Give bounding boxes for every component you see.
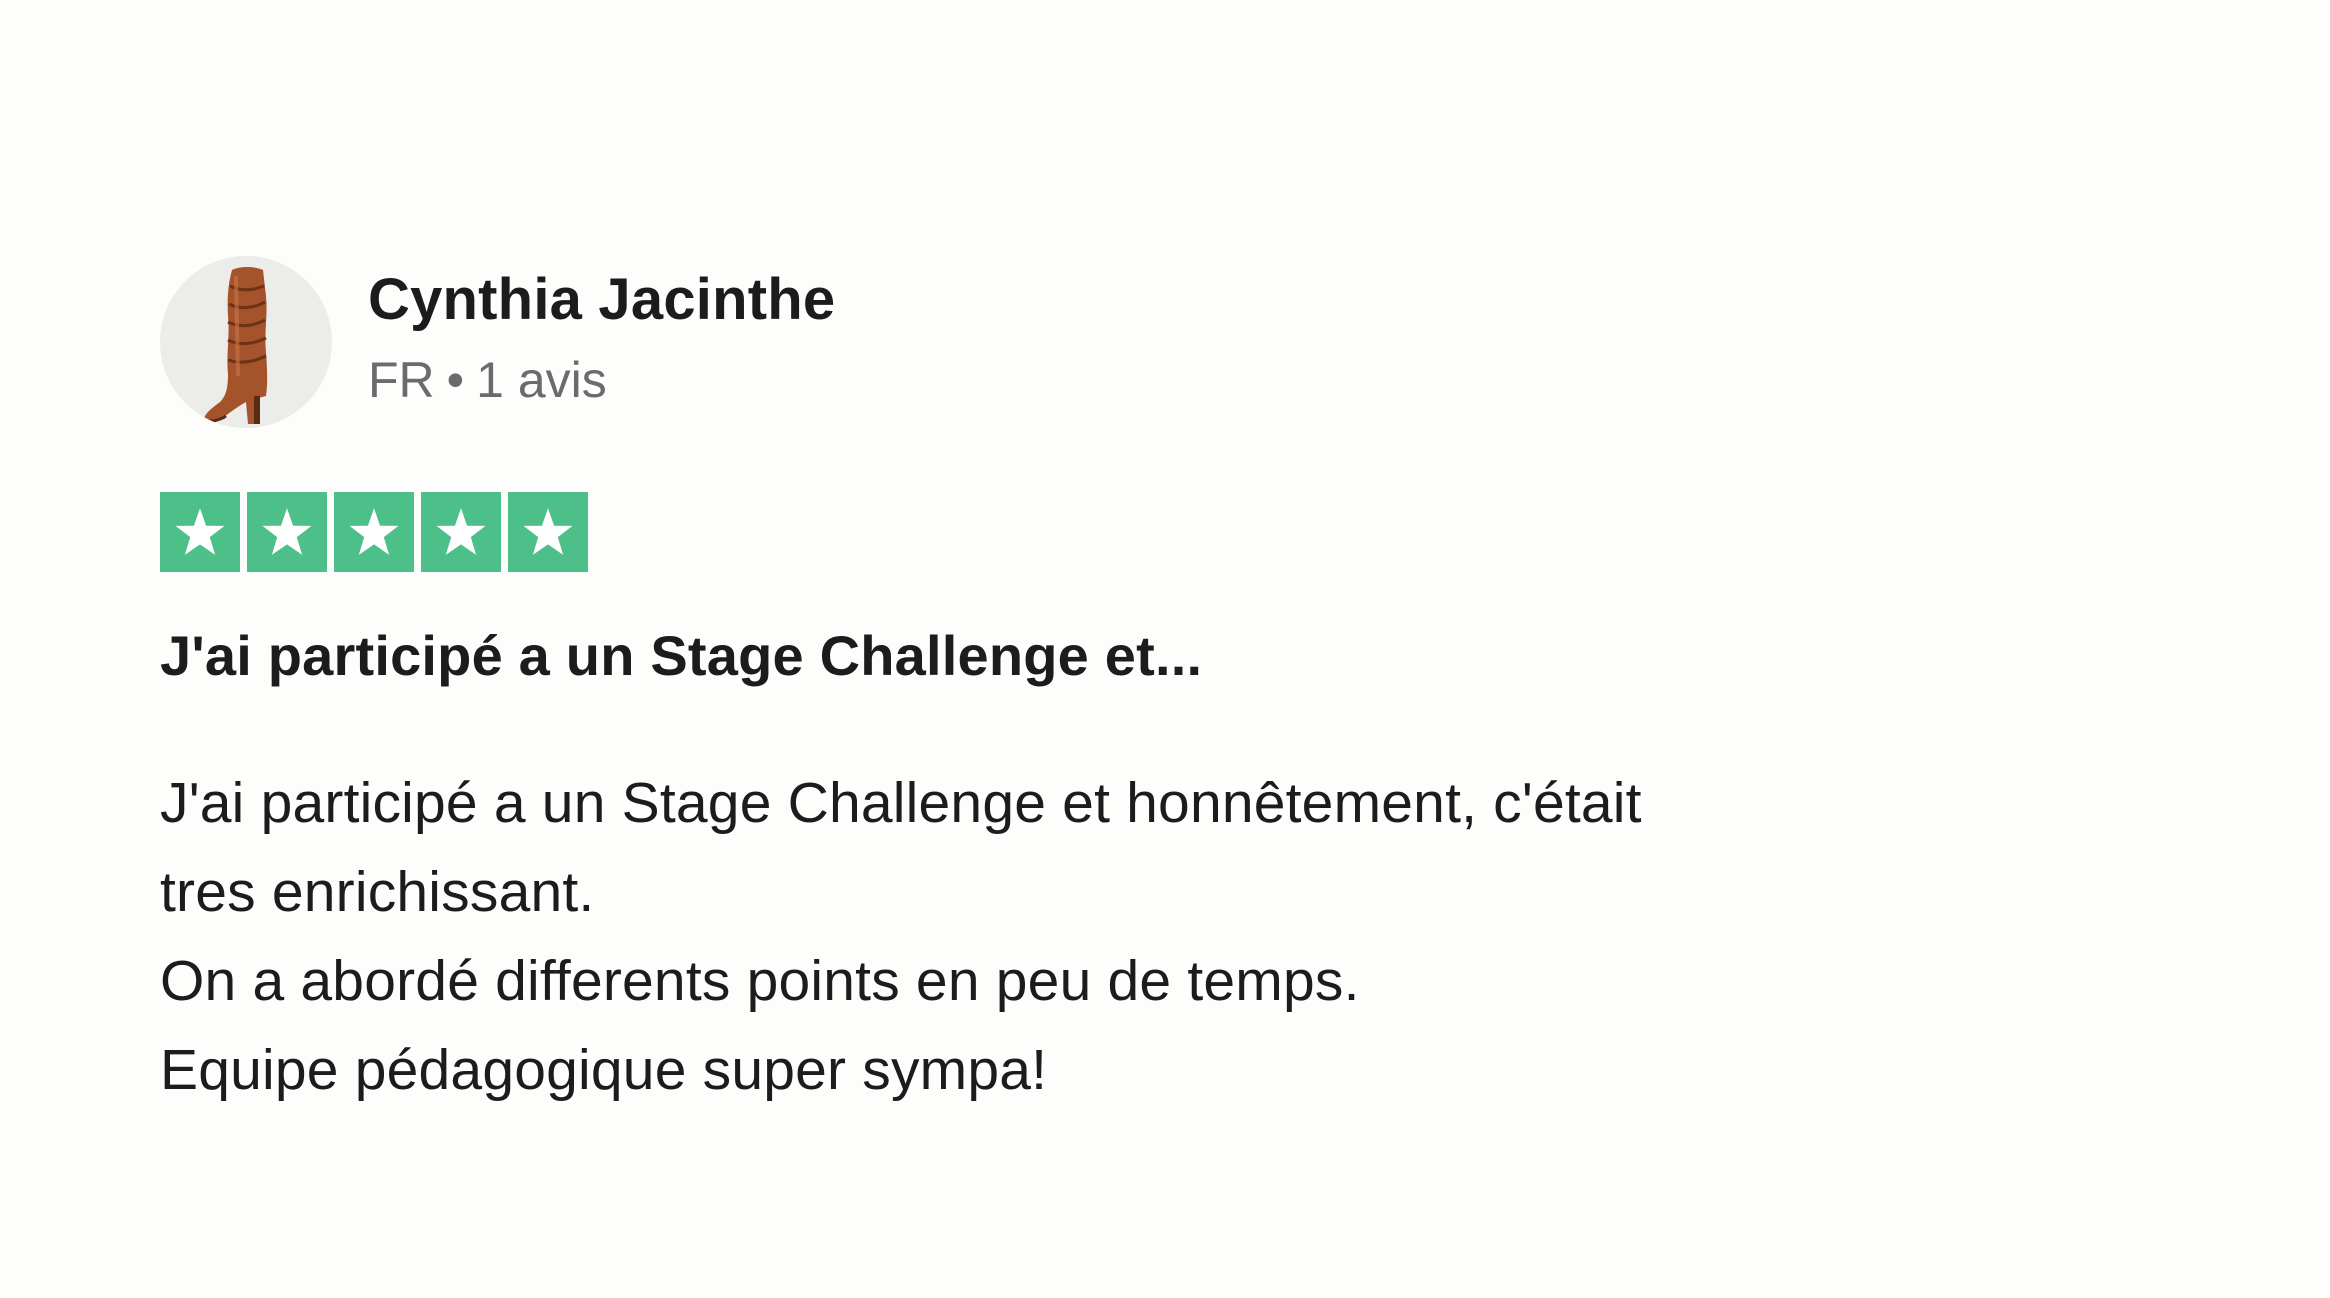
reviewer-name[interactable]: Cynthia Jacinthe: [368, 267, 835, 332]
avatar[interactable]: [160, 256, 332, 428]
review-body-line: tres enrichissant.: [160, 860, 595, 925]
review-body-line: On a abordé differents points en peu de …: [160, 949, 1360, 1014]
review-count: 1 avis: [476, 352, 607, 409]
reviewer-meta: FR • 1 avis: [368, 353, 835, 408]
review-body-line: J'ai participé a un Stage Challenge et h…: [160, 771, 1642, 836]
star-rating: [160, 492, 2060, 572]
reviewer-country: FR: [368, 352, 435, 409]
review-card: Cynthia Jacinthe FR • 1 avis J'ai particip…: [160, 256, 2060, 1115]
meta-separator: •: [446, 352, 465, 409]
review-body-line: Equipe pédagogique super sympa!: [160, 1038, 1048, 1103]
review-body: J'ai participé a un Stage Challenge et h…: [160, 759, 2060, 1115]
star-icon: [508, 492, 588, 572]
star-icon: [421, 492, 501, 572]
star-icon: [160, 492, 240, 572]
review-title[interactable]: J'ai participé a un Stage Challenge et..…: [160, 622, 2060, 689]
boot-photo-icon: [160, 256, 332, 428]
star-icon: [334, 492, 414, 572]
reviewer-info: Cynthia Jacinthe FR • 1 avis: [368, 267, 835, 409]
reviewer-header: Cynthia Jacinthe FR • 1 avis: [160, 256, 2060, 428]
star-icon: [247, 492, 327, 572]
